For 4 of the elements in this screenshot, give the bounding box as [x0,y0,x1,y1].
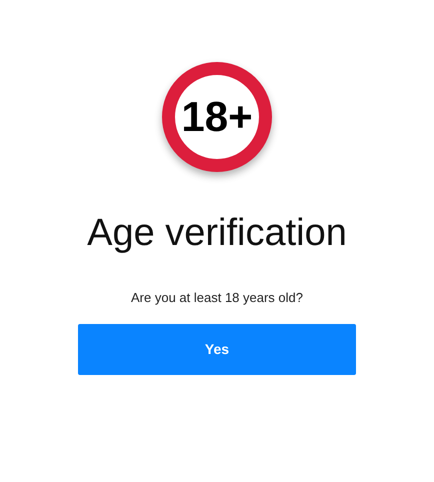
page-title: Age verification [87,214,347,252]
yes-button[interactable]: Yes [78,324,356,374]
age-badge: 18+ [162,62,272,172]
question-text: Are you at least 18 years old? [131,289,303,307]
